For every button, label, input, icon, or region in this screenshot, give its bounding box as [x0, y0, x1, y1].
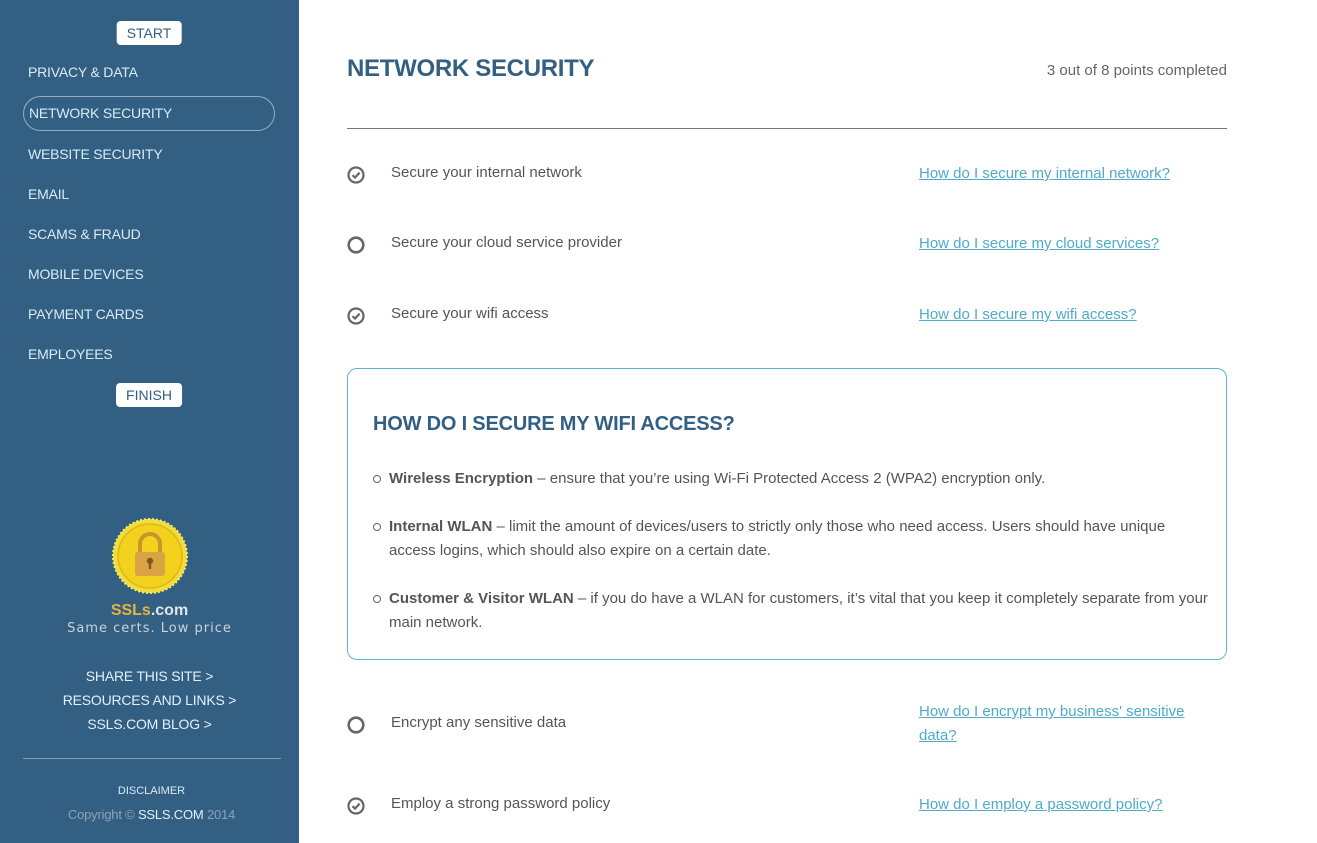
sidebar-item-payment-cards[interactable]: PAYMENT CARDS: [28, 306, 144, 322]
checklist-item-help-link[interactable]: How do I employ a password policy?: [919, 793, 1219, 817]
padlock-seal-icon[interactable]: [112, 518, 188, 594]
sidebar-item-privacy-data[interactable]: PRIVACY & DATA: [28, 64, 138, 80]
checklist-item-label: Encrypt any sensitive data: [391, 714, 567, 731]
sidebar: START PRIVACY & DATA NETWORK SECURITY WE…: [0, 0, 299, 843]
brand-domain: .com: [150, 602, 189, 619]
sidebar-item-mobile-devices[interactable]: MOBILE DEVICES: [28, 266, 144, 282]
sidebar-links: SHARE THIS SITE > RESOURCES AND LINKS > …: [0, 664, 299, 736]
start-button[interactable]: START: [116, 21, 182, 45]
copyright-prefix: Copyright ©: [67, 807, 138, 822]
checklist-item-help-link[interactable]: How do I encrypt my business' sensitive …: [919, 700, 1209, 748]
disclaimer-link[interactable]: DISCLAIMER: [0, 785, 303, 797]
checklist-item-help-link[interactable]: How do I secure my cloud services?: [919, 232, 1219, 256]
finish-button[interactable]: FINISH: [116, 383, 182, 407]
share-site-link[interactable]: SHARE THIS SITE >: [0, 664, 299, 688]
brand-logo[interactable]: SSLs.com: [0, 602, 299, 620]
checklist-item-help-link[interactable]: How do I secure my wifi access?: [919, 303, 1219, 327]
sidebar-item-website-security[interactable]: WEBSITE SECURITY: [28, 146, 163, 162]
wifi-help-panel: HOW DO I SECURE MY WIFI ACCESS? Wireless…: [347, 368, 1227, 660]
header-divider: [347, 128, 1227, 129]
bullet-icon: [373, 475, 381, 483]
sidebar-item-scams-fraud[interactable]: SCAMS & FRAUD: [28, 226, 141, 242]
sidebar-item-network-security[interactable]: NETWORK SECURITY: [23, 96, 275, 131]
help-item-term: Internal WLAN: [389, 518, 493, 535]
progress-text: 3 out of 8 points completed: [1046, 62, 1227, 79]
checked-circle-icon[interactable]: [347, 307, 365, 325]
page-title: NETWORK SECURITY: [347, 55, 595, 82]
help-panel-item: Wireless Encryption – ensure that you’re…: [373, 467, 1209, 491]
help-panel-item: Internal WLAN – limit the amount of devi…: [373, 515, 1209, 563]
help-item-text: – ensure that you’re using Wi-Fi Protect…: [533, 470, 1046, 487]
resources-links-link[interactable]: RESOURCES AND LINKS >: [0, 688, 299, 712]
help-item-text: – limit the amount of devices/users to s…: [389, 518, 1166, 559]
copyright: Copyright © SSLS.COM 2014: [0, 807, 303, 822]
checked-circle-icon[interactable]: [347, 166, 365, 184]
empty-circle-icon[interactable]: [347, 236, 365, 254]
checklist-item-label: Secure your internal network: [391, 164, 582, 181]
bullet-icon: [373, 595, 381, 603]
bullet-icon: [373, 523, 381, 531]
help-panel-title: HOW DO I SECURE MY WIFI ACCESS?: [373, 413, 735, 435]
sidebar-divider: [23, 758, 281, 759]
checklist-item-label: Secure your cloud service provider: [391, 234, 622, 251]
help-item-term: Wireless Encryption: [389, 470, 534, 487]
blog-link[interactable]: SSLS.COM BLOG >: [0, 712, 299, 736]
checklist-item-label: Employ a strong password policy: [391, 795, 611, 812]
help-item-term: Customer & Visitor WLAN: [389, 590, 574, 607]
checklist-item-help-link[interactable]: How do I secure my internal network?: [919, 162, 1219, 186]
copyright-site-link[interactable]: SSLS.COM: [138, 807, 204, 822]
brand-name: SSLs: [110, 602, 151, 619]
empty-circle-icon[interactable]: [347, 716, 365, 734]
sidebar-item-employees[interactable]: EMPLOYEES: [28, 346, 113, 362]
help-panel-item: Customer & Visitor WLAN – if you do have…: [373, 587, 1209, 635]
checked-circle-icon[interactable]: [347, 797, 365, 815]
checklist-item-label: Secure your wifi access: [391, 305, 549, 322]
sidebar-item-email[interactable]: EMAIL: [28, 186, 69, 202]
brand-tagline: Same certs. Low price: [67, 621, 232, 636]
copyright-year: 2014: [203, 807, 236, 822]
